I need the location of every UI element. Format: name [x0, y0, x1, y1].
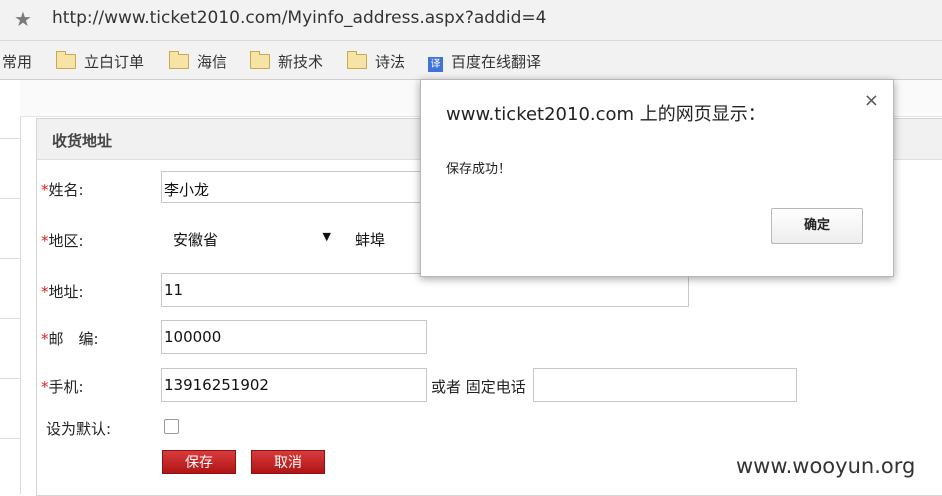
mobile-value: 13916251902: [164, 376, 269, 394]
save-button[interactable]: 保存: [162, 450, 236, 474]
required-mark: *: [41, 181, 49, 199]
bookmark-label: 立白订单: [84, 53, 145, 71]
ok-button[interactable]: 确定: [771, 208, 863, 244]
bookmark-label: 常用: [2, 53, 33, 71]
url-text[interactable]: http://www.ticket2010.com/Myinfo_address…: [52, 8, 546, 28]
province-value: 安徽省: [173, 231, 219, 249]
bookmark-item[interactable]: 常用: [2, 51, 32, 72]
divider: [0, 198, 20, 199]
watermark: www.wooyun.org: [736, 454, 916, 478]
phone-label: 或者 固定电话: [431, 378, 526, 396]
bookmark-label: 海信: [197, 53, 228, 71]
name-label: *姓名:: [41, 179, 84, 200]
divider: [0, 438, 20, 439]
folder-icon: [169, 51, 189, 69]
close-icon[interactable]: ×: [864, 90, 879, 111]
divider: [0, 318, 20, 319]
bookmark-item[interactable]: 诗法: [347, 51, 405, 72]
bookmark-label: 新技术: [278, 53, 324, 71]
region-label-text: 地区:: [48, 232, 84, 250]
bookmark-star-icon[interactable]: ★: [14, 7, 32, 31]
alert-dialog: www.ticket2010.com 上的网页显示： × 保存成功！ 确定: [420, 79, 894, 277]
required-mark: *: [41, 330, 49, 348]
section-title: 收货地址: [52, 132, 113, 150]
postcode-label-text: 邮 编:: [48, 330, 99, 348]
region-label: *地区:: [41, 230, 84, 251]
left-nav: [0, 80, 21, 494]
divider: [0, 138, 20, 139]
bookmark-item[interactable]: 新技术: [250, 51, 323, 72]
city-select[interactable]: 蚌埠: [349, 226, 419, 252]
bookmark-item[interactable]: 译百度在线翻译: [428, 51, 541, 72]
dialog-title: www.ticket2010.com 上的网页显示：: [446, 104, 766, 125]
default-checkbox[interactable]: [164, 419, 179, 434]
postcode-input[interactable]: 100000: [161, 320, 427, 354]
bookmarks-bar: 常用 立白订单 海信 新技术 诗法 译百度在线翻译: [0, 41, 942, 80]
bookmark-label: 百度在线翻译: [451, 53, 542, 71]
required-mark: *: [41, 232, 49, 250]
bookmark-item[interactable]: 立白订单: [56, 51, 144, 72]
postcode-label: *邮 编:: [41, 328, 99, 349]
address-label: *地址:: [41, 281, 84, 302]
cancel-button[interactable]: 取消: [251, 450, 325, 474]
name-label-text: 姓名:: [48, 181, 84, 199]
city-value: 蚌埠: [355, 231, 386, 249]
mobile-label-text: 手机:: [48, 378, 84, 396]
translate-icon: 译: [428, 57, 443, 72]
address-label-text: 地址:: [48, 283, 84, 301]
bookmark-label: 诗法: [375, 53, 406, 71]
address-value: 11: [164, 281, 184, 299]
phone-input[interactable]: [533, 368, 797, 402]
name-value: 李小龙: [164, 181, 210, 199]
address-input[interactable]: 11: [161, 273, 689, 307]
postcode-value: 100000: [164, 328, 222, 346]
province-select[interactable]: 安徽省 ▼: [167, 226, 339, 252]
address-bar: ★ http://www.ticket2010.com/Myinfo_addre…: [0, 0, 942, 41]
folder-icon: [56, 51, 76, 69]
mobile-input[interactable]: 13916251902: [161, 368, 427, 402]
bookmark-item[interactable]: 海信: [169, 51, 227, 72]
divider: [0, 378, 20, 379]
dropdown-arrow-icon: ▼: [322, 230, 331, 243]
dialog-message: 保存成功！: [446, 162, 512, 177]
folder-icon: [250, 51, 270, 69]
required-mark: *: [41, 378, 49, 396]
required-mark: *: [41, 283, 49, 301]
divider: [0, 258, 20, 259]
default-label: 设为默认:: [46, 420, 112, 438]
mobile-label: *手机:: [41, 376, 84, 397]
folder-icon: [347, 51, 367, 69]
